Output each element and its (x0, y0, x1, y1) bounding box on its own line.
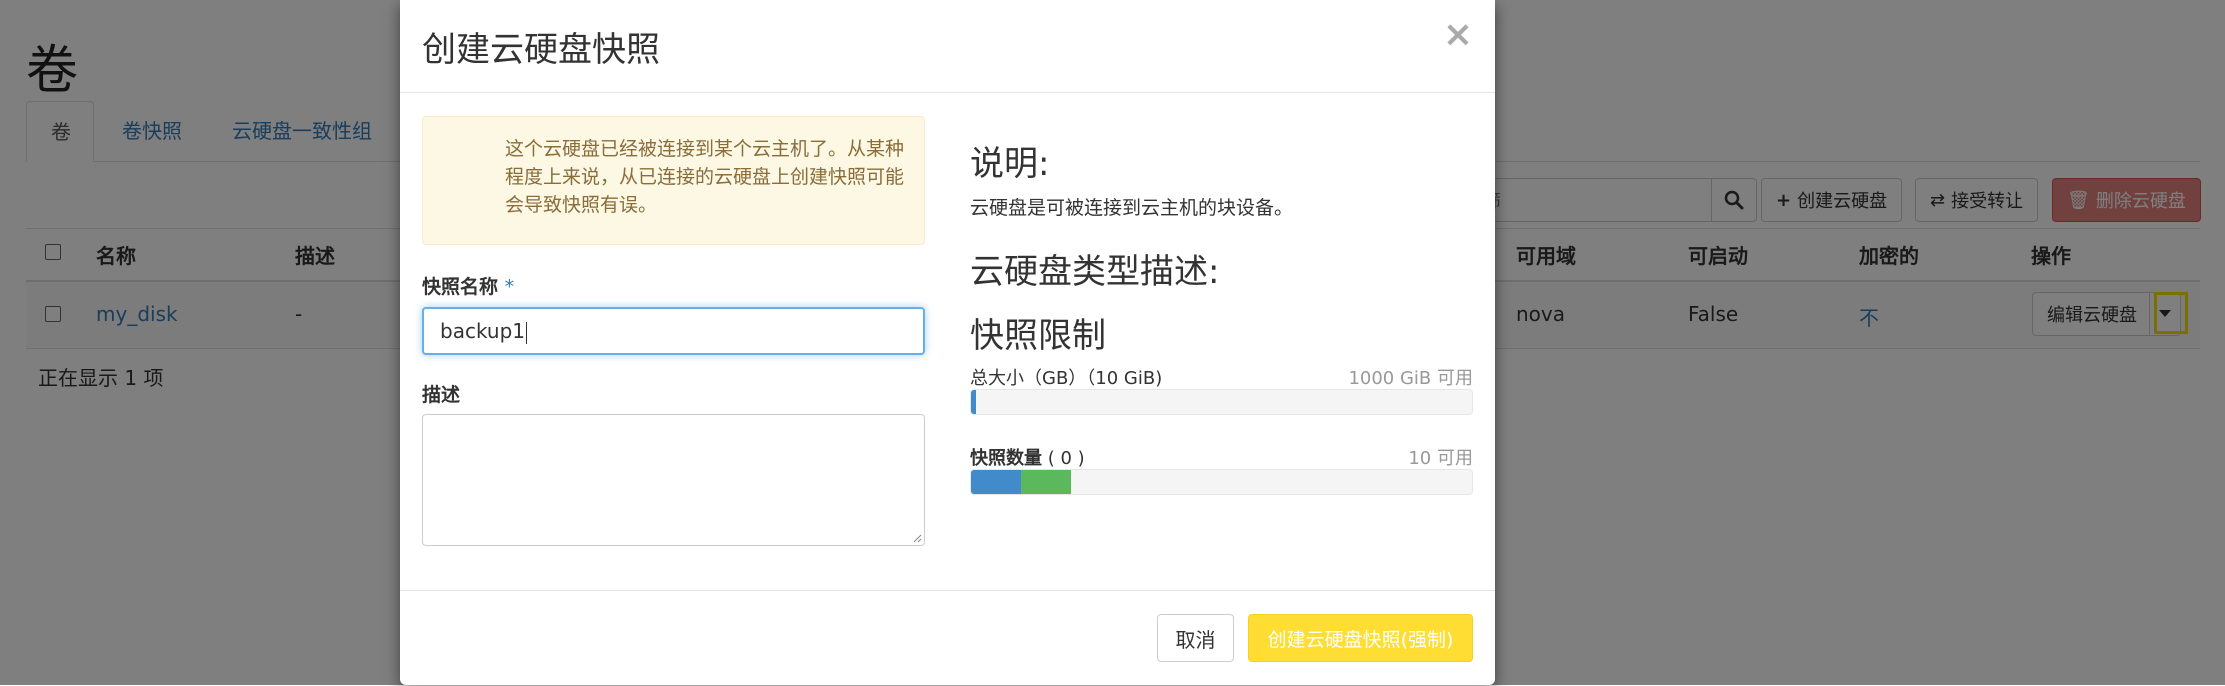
quota-count-new-segment (1021, 470, 1072, 494)
info-text: 云硬盘是可被连接到云主机的块设备。 (970, 197, 1294, 219)
quota-size-used-segment (971, 390, 976, 414)
quota-size-bar (970, 389, 1473, 415)
volume-type-heading: 云硬盘类型描述: (970, 252, 1220, 292)
required-mark: * (504, 276, 515, 298)
resize-grip-icon[interactable] (912, 533, 922, 543)
quota-size-available: 1000 GiB 可用 (1348, 368, 1473, 389)
warning-text: 这个云硬盘已经被连接到某个云主机了。从某种程度上来说，从已连接的云硬盘上创建快照… (505, 138, 905, 216)
quota-count-available: 10 可用 (1408, 448, 1473, 469)
dialog-header: 创建云硬盘快照 × (400, 0, 1495, 93)
warning-alert: 这个云硬盘已经被连接到某个云主机了。从某种程度上来说，从已连接的云硬盘上创建快照… (422, 116, 925, 245)
dialog-title: 创建云硬盘快照 (422, 30, 660, 70)
quota-size-label: 总大小（GB）（10 GiB) (970, 368, 1163, 389)
snapshot-name-label-text: 快照名称 (422, 276, 499, 298)
quota-count-row: 快照数量 ( 0 ) (970, 444, 1085, 470)
description-textarea[interactable] (422, 414, 925, 546)
quota-count-label: 快照数量 (970, 448, 1042, 469)
create-snapshot-dialog: 创建云硬盘快照 × 这个云硬盘已经被连接到某个云主机了。从某种程度上来说，从已连… (400, 0, 1495, 685)
description-label: 描述 (422, 384, 461, 406)
snapshot-name-label: 快照名称 * (422, 272, 514, 299)
quota-count-bar (970, 469, 1473, 495)
cancel-button[interactable]: 取消 (1157, 614, 1234, 662)
snapshot-limits-heading: 快照限制 (970, 316, 1106, 356)
quota-count-value: ( 0 ) (1047, 448, 1085, 469)
close-icon[interactable]: × (1443, 14, 1473, 55)
quota-count-used-segment (971, 470, 1022, 494)
text-cursor (526, 321, 528, 344)
snapshot-name-input[interactable]: backup1 (422, 307, 925, 355)
snapshot-name-value: backup1 (440, 319, 526, 343)
create-snapshot-force-button[interactable]: 创建云硬盘快照(强制) (1248, 614, 1473, 662)
info-heading: 说明: (970, 144, 1050, 184)
